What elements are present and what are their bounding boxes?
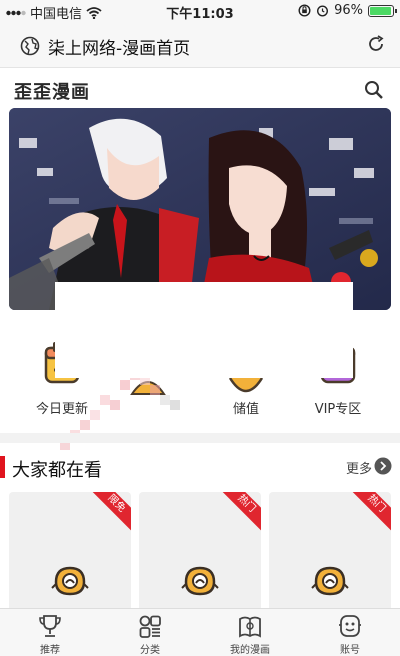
battery-icon [368, 4, 397, 17]
section-header: 大家都在看 更多 [0, 448, 400, 486]
chevron-right-icon[interactable] [374, 457, 392, 475]
section-accent-bar [0, 456, 5, 478]
category-label: VIP专区 [314, 402, 362, 417]
status-bar: 中国电信 下午11:03 96% [0, 0, 400, 22]
reload-icon[interactable] [366, 34, 386, 54]
tab-label: 我的漫画 [230, 645, 270, 656]
comic-banner[interactable] [9, 108, 391, 310]
section-title: 大家都在看 [12, 460, 102, 481]
card-badge: 限免 [85, 492, 131, 535]
category-icon [139, 615, 161, 638]
tab-label: 分类 [140, 645, 160, 656]
battery-percent: 96% [334, 3, 363, 18]
alarm-icon [317, 5, 329, 17]
section-divider [0, 433, 400, 443]
comic-card[interactable]: 热门 [269, 492, 391, 612]
user-icon [339, 615, 361, 637]
comic-card[interactable]: 热门 [139, 492, 261, 612]
tab-label: 推荐 [40, 645, 60, 656]
bottom-tab-bar: 推荐 分类 我的漫画 账号 [0, 608, 400, 656]
category-label: 储值 [232, 402, 259, 417]
search-icon[interactable] [364, 80, 384, 100]
card-badge: 热门 [345, 492, 391, 535]
browser-bar: 柒上网络-漫画首页 [0, 22, 400, 68]
tab-my-comics[interactable]: 我的漫画 [200, 609, 300, 656]
tab-label: 账号 [340, 645, 360, 656]
tab-account[interactable]: 账号 [300, 609, 400, 656]
app-logo[interactable]: 歪歪漫画 [14, 78, 90, 104]
comic-banner-image [9, 108, 391, 310]
placeholder-icon [311, 566, 349, 596]
category-label: 今日更新 [35, 402, 88, 417]
blank-panel [55, 282, 353, 378]
trophy-icon [39, 615, 61, 637]
comic-card[interactable]: 限免 [9, 492, 131, 612]
card-badge: 热门 [215, 492, 261, 535]
tab-recommend[interactable]: 推荐 [0, 609, 100, 656]
battery-level [370, 6, 392, 15]
placeholder-icon [181, 566, 219, 596]
app-header: 歪歪漫画 [0, 68, 400, 108]
browser-title: 柒上网络-漫画首页 [48, 39, 191, 59]
placeholder-icon [51, 566, 89, 596]
globe-icon [20, 36, 40, 56]
more-link[interactable]: 更多 [346, 458, 372, 477]
rotation-lock-icon [298, 4, 311, 17]
book-icon [239, 616, 261, 638]
tab-category[interactable]: 分类 [100, 609, 200, 656]
